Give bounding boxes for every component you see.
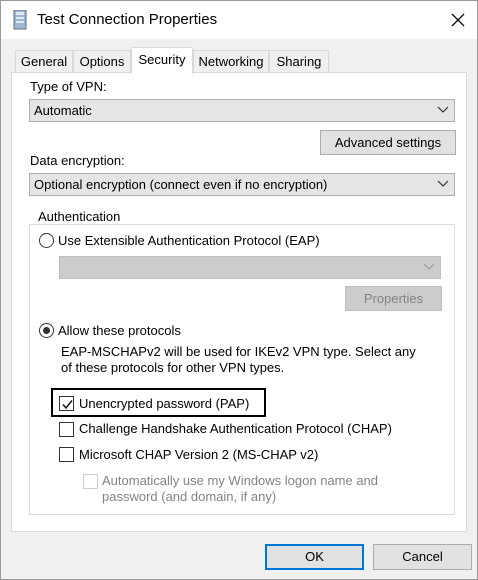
- encryption-label: Data encryption:: [30, 153, 125, 168]
- eap-properties-button[interactable]: Properties: [345, 286, 442, 311]
- auto-logon-label-line2: password (and domain, if any): [102, 489, 277, 504]
- vpn-type-label: Type of VPN:: [30, 79, 107, 94]
- pap-checkbox[interactable]: [59, 396, 74, 411]
- security-panel: Type of VPN: Automatic Advanced settings…: [11, 72, 467, 532]
- vpn-type-select[interactable]: Automatic: [29, 99, 455, 122]
- vpn-type-value: Automatic: [34, 103, 92, 118]
- authentication-group-title: Authentication: [35, 209, 124, 224]
- pap-label: Unencrypted password (PAP): [79, 396, 250, 411]
- tab-networking[interactable]: Networking: [193, 50, 269, 73]
- radio-selected-dot: [43, 327, 50, 334]
- cancel-button[interactable]: Cancel: [373, 544, 472, 570]
- encryption-select[interactable]: Optional encryption (connect even if no …: [29, 173, 455, 196]
- ok-button[interactable]: OK: [265, 544, 364, 570]
- eap-label: Use Extensible Authentication Protocol (…: [58, 233, 320, 248]
- chevron-down-icon: [437, 180, 449, 187]
- chap-label: Challenge Handshake Authentication Proto…: [79, 421, 392, 436]
- tab-sharing[interactable]: Sharing: [269, 50, 329, 73]
- encryption-value: Optional encryption (connect even if no …: [34, 177, 328, 192]
- chevron-down-icon: [423, 263, 435, 270]
- auto-logon-label-line1: Automatically use my Windows logon name …: [102, 473, 379, 488]
- tab-general[interactable]: General: [15, 50, 73, 73]
- title-bar: Test Connection Properties: [1, 1, 477, 39]
- eap-radio[interactable]: [39, 233, 54, 248]
- chevron-down-icon: [437, 106, 449, 113]
- mschapv2-checkbox[interactable]: [59, 447, 74, 462]
- dialog-footer: OK Cancel: [1, 532, 477, 580]
- close-icon[interactable]: [447, 9, 469, 31]
- advanced-settings-button[interactable]: Advanced settings: [320, 130, 456, 155]
- mschapv2-label: Microsoft CHAP Version 2 (MS-CHAP v2): [79, 447, 319, 462]
- allow-protocols-radio[interactable]: [39, 323, 54, 338]
- allow-protocols-note-line2: of these protocols for other VPN types.: [61, 360, 285, 375]
- eap-method-select[interactable]: [59, 256, 441, 279]
- chap-checkbox[interactable]: [59, 422, 74, 437]
- auto-logon-checkbox[interactable]: [83, 474, 98, 489]
- window-title: Test Connection Properties: [37, 11, 218, 28]
- allow-protocols-label: Allow these protocols: [58, 323, 181, 338]
- tab-security[interactable]: Security: [131, 47, 193, 74]
- properties-dialog: Test Connection Properties General Optio…: [0, 0, 478, 580]
- tab-options[interactable]: Options: [73, 50, 131, 73]
- checkmark-icon: [62, 400, 73, 410]
- network-connection-icon: [13, 10, 27, 30]
- allow-protocols-note-line1: EAP-MSCHAPv2 will be used for IKEv2 VPN …: [61, 344, 416, 359]
